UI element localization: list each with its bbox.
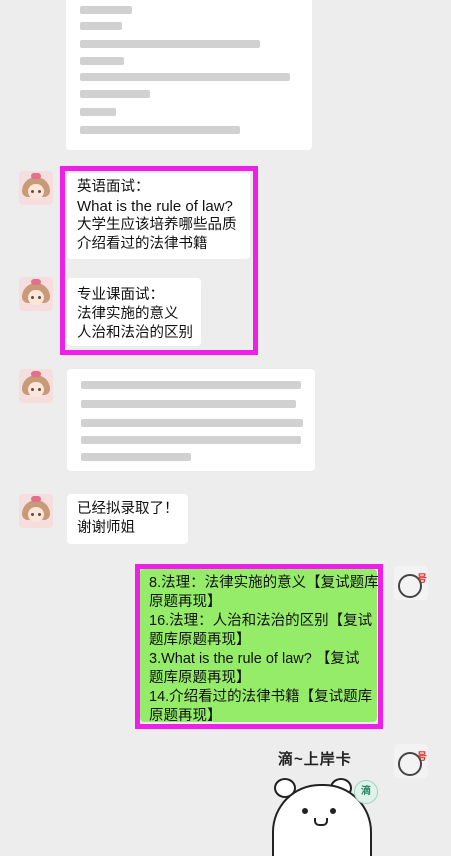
contact-avatar[interactable]	[19, 171, 53, 205]
message-line: 谢谢师姐	[77, 520, 135, 536]
stamp-icon: 滴	[354, 780, 378, 804]
self-avatar[interactable]: 号	[394, 566, 428, 600]
highlight-box	[135, 564, 383, 729]
self-avatar[interactable]: 号	[394, 744, 428, 778]
message-line: 已经拟录取了！	[77, 501, 179, 517]
blurred-message-top	[66, 0, 312, 150]
blurred-message-middle	[67, 369, 315, 471]
contact-avatar[interactable]	[19, 494, 53, 528]
highlight-box	[60, 166, 258, 355]
contact-avatar[interactable]	[19, 369, 53, 403]
contact-avatar[interactable]	[19, 277, 53, 311]
sticker-title: 滴~上岸卡	[278, 751, 352, 768]
message-admitted: 已经拟录取了！ 谢谢师姐	[67, 494, 188, 544]
bear-sticker[interactable]: 滴~上岸卡 滴	[268, 740, 378, 856]
